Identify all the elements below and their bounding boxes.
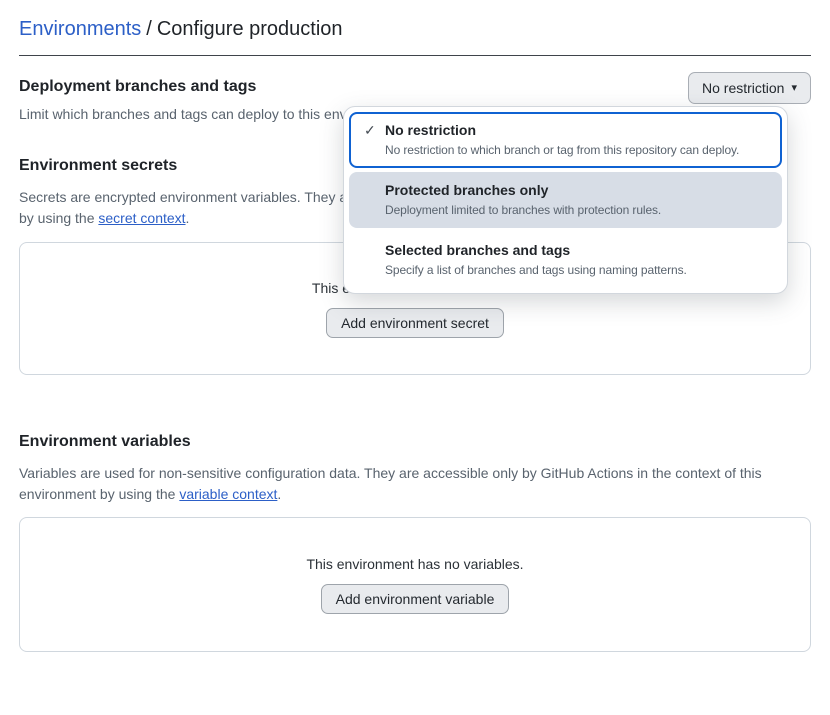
branch-policy-selected-value: No restriction [702, 80, 784, 96]
menu-item-title: Protected branches only [385, 180, 772, 200]
breadcrumb-environments-link[interactable]: Environments [19, 18, 141, 40]
variables-description-text: Variables are used for non-sensitive con… [19, 465, 762, 502]
environment-variables-description: Variables are used for non-sensitive con… [19, 463, 788, 505]
menu-item-protected-branches-only[interactable]: Protected branches only Deployment limit… [349, 172, 782, 228]
menu-item-description: Specify a list of branches and tags usin… [385, 261, 772, 280]
branch-policy-dropdown-menu: ✓ No restriction No restriction to which… [343, 106, 788, 294]
environment-settings-page: Environments/Configure production Deploy… [0, 0, 830, 715]
menu-item-selected-branches-and-tags[interactable]: Selected branches and tags Specify a lis… [349, 232, 782, 288]
caret-down-icon: ▾ [791, 83, 797, 94]
menu-item-title: Selected branches and tags [385, 240, 772, 260]
environment-variables-heading: Environment variables [19, 431, 811, 453]
variables-description-period: . [277, 486, 281, 502]
variables-empty-text: This environment has no variables. [306, 556, 523, 572]
add-environment-variable-button[interactable]: Add environment variable [321, 584, 510, 614]
environment-variables-section: Environment variables Variables are used… [19, 431, 811, 652]
menu-item-description: Deployment limited to branches with prot… [385, 201, 772, 220]
secrets-description-period: . [186, 210, 190, 226]
branch-policy-dropdown-button[interactable]: No restriction ▾ [688, 72, 811, 104]
menu-item-title: No restriction [385, 120, 772, 140]
menu-item-no-restriction[interactable]: ✓ No restriction No restriction to which… [349, 112, 782, 168]
page-header: Environments/Configure production [19, 16, 811, 56]
variable-context-link[interactable]: variable context [179, 486, 277, 502]
variables-empty-box: This environment has no variables. Add e… [19, 517, 811, 652]
page-title: Environments/Configure production [19, 16, 811, 42]
secret-context-link[interactable]: secret context [98, 210, 185, 226]
breadcrumb-separator: / [146, 18, 152, 40]
breadcrumb-current: Configure production [157, 18, 343, 40]
add-environment-secret-button[interactable]: Add environment secret [326, 308, 504, 338]
menu-item-description: No restriction to which branch or tag fr… [385, 141, 772, 160]
check-icon: ✓ [364, 122, 376, 139]
